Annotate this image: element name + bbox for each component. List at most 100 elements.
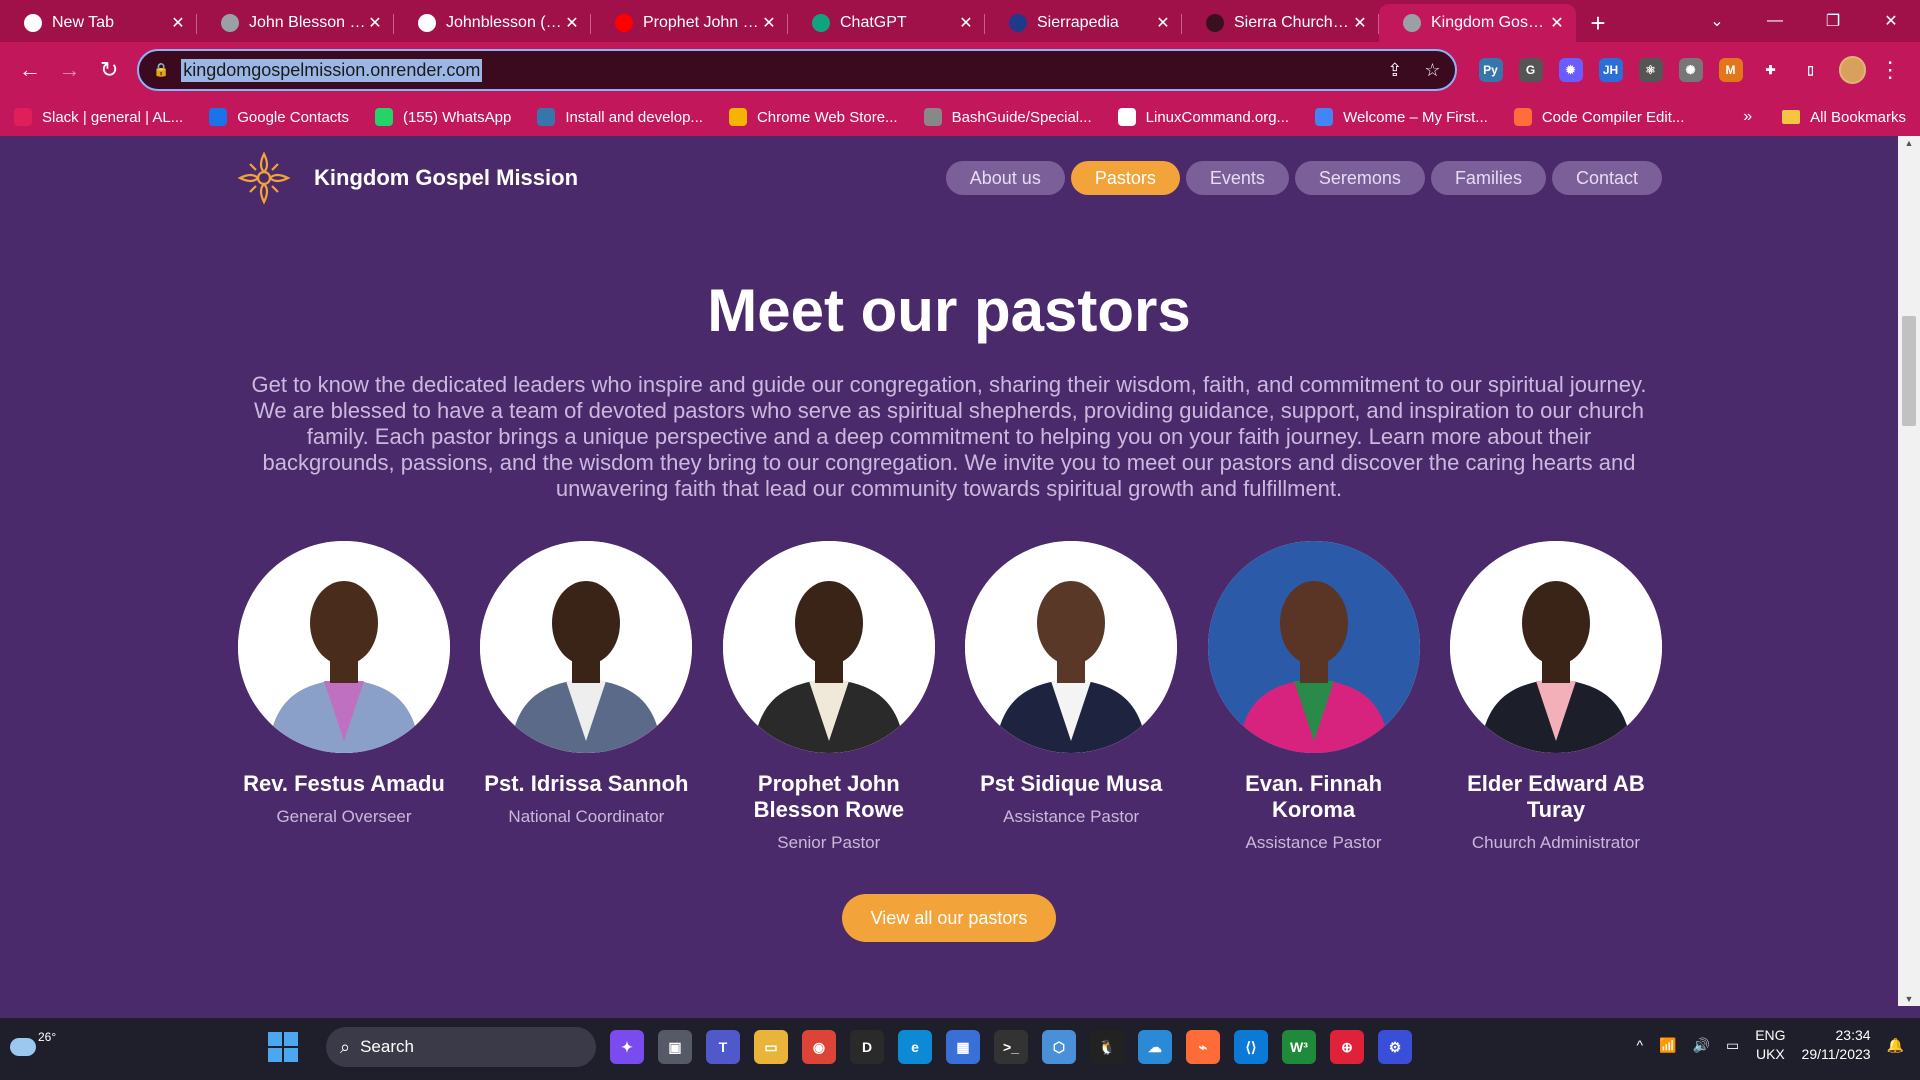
edge-app-icon[interactable]: e bbox=[898, 1030, 932, 1064]
puzzle-icon[interactable]: ✚ bbox=[1758, 58, 1783, 82]
pastor-photo[interactable] bbox=[238, 541, 450, 753]
minimize-button[interactable]: — bbox=[1746, 12, 1804, 30]
profile-avatar[interactable] bbox=[1838, 56, 1867, 84]
address-bar[interactable]: 🔒 kingdomgospelmission.onrender.com ⇪ ☆ bbox=[137, 49, 1457, 91]
pastor-name[interactable]: Elder Edward AB Turay bbox=[1446, 771, 1666, 823]
start-button[interactable] bbox=[268, 1032, 298, 1062]
jh-icon[interactable]: JH bbox=[1598, 58, 1623, 82]
bookmark-item[interactable]: Welcome – My First... bbox=[1315, 108, 1488, 126]
settings-app-icon[interactable]: ⚙ bbox=[1378, 1030, 1412, 1064]
browser-tab[interactable]: Johnblesson (Joh ✕ bbox=[394, 4, 591, 42]
browser-tab[interactable]: ChatGPT ✕ bbox=[788, 4, 985, 42]
gear-extension-icon[interactable]: ✹ bbox=[1558, 58, 1583, 82]
store-app-icon[interactable]: ▦ bbox=[946, 1030, 980, 1064]
back-button[interactable]: ← bbox=[10, 50, 50, 90]
volume-icon[interactable]: 🔊 bbox=[1693, 1037, 1710, 1054]
bookmark-item[interactable]: (155) WhatsApp bbox=[374, 108, 511, 126]
reload-button[interactable]: ↻ bbox=[89, 50, 129, 90]
nav-link-families[interactable]: Families bbox=[1430, 161, 1546, 195]
twilio-app-icon[interactable]: ⊕ bbox=[1330, 1030, 1364, 1064]
bookmark-item[interactable]: Install and develop... bbox=[537, 108, 703, 126]
notification-bell-icon[interactable]: 🔔 bbox=[1887, 1037, 1904, 1054]
grammar-icon[interactable]: G bbox=[1518, 58, 1543, 82]
pastor-card[interactable]: Pst. Idrissa Sannoh National Coordinator bbox=[476, 541, 696, 853]
pastor-photo[interactable] bbox=[1207, 541, 1420, 753]
scroll-up-arrow-icon[interactable]: ▲ bbox=[1898, 138, 1920, 148]
more-menu-icon[interactable]: ⋮ bbox=[1870, 50, 1910, 90]
react-icon[interactable]: ⚛ bbox=[1638, 58, 1663, 82]
sidepanel-icon[interactable]: ▯ bbox=[1798, 58, 1823, 82]
all-bookmarks-button[interactable]: All Bookmarks bbox=[1782, 109, 1906, 126]
pastor-card[interactable]: Elder Edward AB Turay Chuurch Administrat… bbox=[1446, 541, 1666, 853]
openai-icon[interactable]: ✺ bbox=[1678, 58, 1703, 82]
scroll-down-arrow-icon[interactable]: ▼ bbox=[1898, 994, 1920, 1004]
close-window-button[interactable]: ✕ bbox=[1862, 11, 1920, 31]
browser-tab[interactable]: Sierra Church Fir ✕ bbox=[1182, 4, 1379, 42]
pastor-card[interactable]: Prophet John Blesson Rowe Senior Pastor bbox=[719, 541, 939, 853]
pastor-name[interactable]: Prophet John Blesson Rowe bbox=[719, 771, 939, 823]
view-all-pastors-button[interactable]: View all our pastors bbox=[842, 894, 1056, 942]
new-tab-button[interactable]: + bbox=[1576, 4, 1620, 42]
bookmark-item[interactable]: Code Compiler Edit... bbox=[1513, 108, 1684, 126]
tab-close-icon[interactable]: ✕ bbox=[169, 13, 187, 33]
metamask-icon[interactable]: M bbox=[1718, 58, 1743, 82]
browser-tab[interactable]: Kingdom Gospel ✕ bbox=[1379, 4, 1576, 42]
dell-app-icon[interactable]: D bbox=[850, 1030, 884, 1064]
chrome-app-icon[interactable]: ◉ bbox=[802, 1030, 836, 1064]
nav-link-pastors[interactable]: Pastors bbox=[1070, 161, 1180, 195]
url-text[interactable]: kingdomgospelmission.onrender.com bbox=[181, 58, 483, 82]
python-icon[interactable]: Py bbox=[1478, 58, 1503, 82]
scrollbar-thumb[interactable] bbox=[1902, 316, 1916, 426]
tab-close-icon[interactable]: ✕ bbox=[957, 13, 975, 33]
taskbar-search[interactable]: ⌕ Search bbox=[326, 1027, 596, 1067]
share-icon[interactable]: ⇪ bbox=[1387, 60, 1402, 81]
browser-tab[interactable]: Prophet John Ble ✕ bbox=[591, 4, 788, 42]
lock-icon[interactable]: 🔒 bbox=[153, 62, 169, 78]
tab-close-icon[interactable]: ✕ bbox=[1548, 13, 1566, 33]
browser-tab[interactable]: Sierrapedia ✕ bbox=[985, 4, 1182, 42]
tab-close-icon[interactable]: ✕ bbox=[366, 13, 384, 33]
pastor-name[interactable]: Pst Sidique Musa bbox=[980, 771, 1162, 797]
bookmarks-overflow-button[interactable]: » bbox=[1743, 108, 1752, 126]
browser-tab[interactable]: New Tab ✕ bbox=[0, 4, 197, 42]
nav-link-seremons[interactable]: Seremons bbox=[1294, 161, 1425, 195]
nav-link-contact[interactable]: Contact bbox=[1551, 161, 1662, 195]
wifi-icon[interactable]: 📶 bbox=[1659, 1037, 1676, 1054]
bookmark-item[interactable]: Google Contacts bbox=[209, 108, 349, 126]
pastor-name[interactable]: Pst. Idrissa Sannoh bbox=[484, 771, 688, 797]
tab-close-icon[interactable]: ✕ bbox=[760, 13, 778, 33]
pastor-card[interactable]: Pst Sidique Musa Assistance Pastor bbox=[961, 541, 1181, 853]
tab-close-icon[interactable]: ✕ bbox=[1154, 13, 1172, 33]
language-indicator[interactable]: ENG UKX bbox=[1755, 1026, 1785, 1064]
pastor-name[interactable]: Evan. Finnah Koroma bbox=[1204, 771, 1424, 823]
forward-button[interactable]: → bbox=[50, 50, 90, 90]
azure-app-icon[interactable]: ☁ bbox=[1138, 1030, 1172, 1064]
bookmark-star-icon[interactable]: ☆ bbox=[1424, 60, 1440, 81]
tab-close-icon[interactable]: ✕ bbox=[563, 13, 581, 33]
browser-tab[interactable]: John Blesson | W ✕ bbox=[197, 4, 394, 42]
vscode-app-icon[interactable]: ⟨⟩ bbox=[1234, 1030, 1268, 1064]
penguin-app-icon[interactable]: 🐧 bbox=[1090, 1030, 1124, 1064]
w3-app-icon[interactable]: W³ bbox=[1282, 1030, 1316, 1064]
weather-widget[interactable]: 26° bbox=[10, 1030, 56, 1056]
postman-app-icon[interactable]: ⌁ bbox=[1186, 1030, 1220, 1064]
pastor-card[interactable]: Rev. Festus Amadu General Overseer bbox=[234, 541, 454, 853]
teams-app-icon[interactable]: T bbox=[706, 1030, 740, 1064]
clock[interactable]: 23:34 29/11/2023 bbox=[1802, 1026, 1871, 1064]
bookmark-item[interactable]: BashGuide/Special... bbox=[923, 108, 1092, 126]
file-explorer-icon[interactable]: ▭ bbox=[754, 1030, 788, 1064]
tray-chevron-icon[interactable]: ^ bbox=[1637, 1037, 1644, 1053]
pastor-photo[interactable] bbox=[722, 541, 935, 753]
copilot-app-icon[interactable]: ✦ bbox=[610, 1030, 644, 1064]
bookmark-item[interactable]: Slack | general | AL... bbox=[14, 108, 183, 126]
tab-search-button[interactable]: ⌄ bbox=[1688, 11, 1746, 31]
pastor-card[interactable]: Evan. Finnah Koroma Assistance Pastor bbox=[1204, 541, 1424, 853]
terminal-app-icon[interactable]: >_ bbox=[994, 1030, 1028, 1064]
nav-link-events[interactable]: Events bbox=[1185, 161, 1289, 195]
pastor-photo[interactable] bbox=[480, 541, 693, 753]
box-app-icon[interactable]: ⬡ bbox=[1042, 1030, 1076, 1064]
pastor-name[interactable]: Rev. Festus Amadu bbox=[243, 771, 445, 797]
nav-link-about-us[interactable]: About us bbox=[945, 161, 1065, 195]
church-logo-icon[interactable] bbox=[236, 150, 292, 206]
pastor-photo[interactable] bbox=[1449, 541, 1662, 753]
